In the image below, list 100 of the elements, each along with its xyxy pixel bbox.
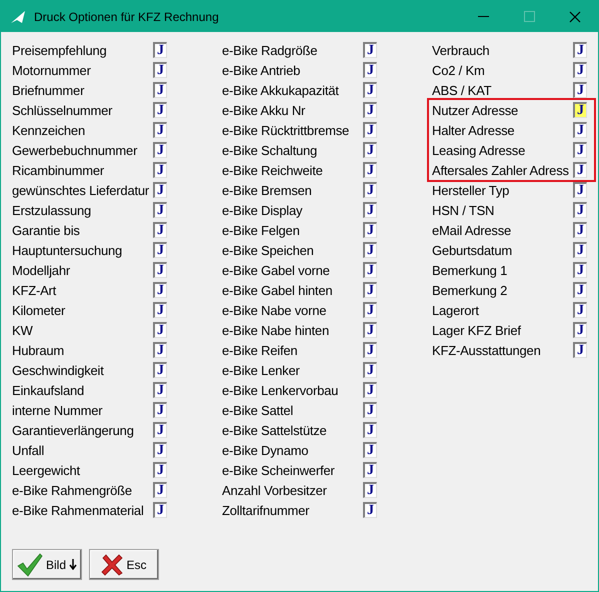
field-label: Garantieverlängerung <box>12 422 135 438</box>
toggle-field[interactable]: J <box>153 302 167 318</box>
toggle-field[interactable]: J <box>153 462 167 478</box>
field-label: Garantie bis <box>12 222 81 238</box>
field-label: e-Bike Speichen <box>222 242 315 258</box>
field-label: Leergewicht <box>12 462 81 478</box>
toggle-field[interactable]: J <box>363 42 377 58</box>
toggle-field[interactable]: J <box>153 502 167 518</box>
toggle-field[interactable]: J <box>153 402 167 418</box>
toggle-field[interactable]: J <box>153 322 167 338</box>
toggle-field[interactable]: J <box>153 442 167 458</box>
toggle-field[interactable]: J <box>363 222 377 238</box>
toggle-field[interactable]: J <box>153 282 167 298</box>
field-label: Aftersales Zahler Adress <box>432 162 570 178</box>
toggle-field[interactable]: J <box>363 482 377 498</box>
field-label: e-Bike Gabel vorne <box>222 262 331 278</box>
toggle-field[interactable]: J <box>573 282 587 298</box>
toggle-field[interactable]: J <box>153 422 167 438</box>
field-label: gewünschtes Lieferdatur <box>12 182 150 198</box>
toggle-field[interactable]: J <box>153 62 167 78</box>
toggle-field[interactable]: J <box>573 162 587 178</box>
toggle-field[interactable]: J <box>153 122 167 138</box>
toggle-field[interactable]: J <box>363 202 377 218</box>
toggle-field[interactable]: J <box>153 162 167 178</box>
toggle-field[interactable]: J <box>363 442 377 458</box>
field-label: Hersteller Typ <box>432 182 510 198</box>
field-label: Ricambinummer <box>12 162 106 178</box>
field-label: Leasing Adresse <box>432 142 526 158</box>
toggle-field[interactable]: J <box>153 182 167 198</box>
app-icon <box>10 10 26 24</box>
toggle-field[interactable]: J <box>363 502 377 518</box>
field-label: Hauptuntersuchung <box>12 242 124 258</box>
toggle-field[interactable]: J <box>363 102 377 118</box>
field-label: e-Bike Rahmenmaterial <box>12 502 145 518</box>
toggle-field[interactable]: J <box>363 402 377 418</box>
field-label: Verbrauch <box>432 42 490 58</box>
field-label: e-Bike Lenkervorbau <box>222 382 340 398</box>
toggle-field[interactable]: J <box>363 362 377 378</box>
toggle-field[interactable]: J <box>363 302 377 318</box>
field-label: Preisempfehlung <box>12 42 108 58</box>
toggle-field[interactable]: J <box>573 102 587 118</box>
toggle-field[interactable]: J <box>363 122 377 138</box>
toggle-field[interactable]: J <box>363 142 377 158</box>
toggle-field[interactable]: J <box>573 322 587 338</box>
toggle-field[interactable]: J <box>573 262 587 278</box>
field-label: ABS / KAT <box>432 82 492 98</box>
toggle-field[interactable]: J <box>573 202 587 218</box>
toggle-field[interactable]: J <box>153 42 167 58</box>
toggle-field[interactable]: J <box>153 142 167 158</box>
toggle-field[interactable]: J <box>573 62 587 78</box>
toggle-field[interactable]: J <box>153 362 167 378</box>
window-title: Druck Optionen für KFZ Rechnung <box>34 10 220 24</box>
toggle-field[interactable]: J <box>153 242 167 258</box>
picture-button[interactable]: Bild <box>12 549 82 580</box>
field-label: e-Bike Nabe hinten <box>222 322 330 338</box>
toggle-field[interactable]: J <box>363 322 377 338</box>
field-label: e-Bike Reichweite <box>222 162 324 178</box>
toggle-field[interactable]: J <box>153 82 167 98</box>
toggle-field[interactable]: J <box>363 182 377 198</box>
field-label: Briefnummer <box>12 82 86 98</box>
toggle-field[interactable]: J <box>153 382 167 398</box>
toggle-field[interactable]: J <box>573 222 587 238</box>
toggle-field[interactable]: J <box>363 162 377 178</box>
field-label: Unfall <box>12 442 46 458</box>
field-label: Nutzer Adresse <box>432 102 520 118</box>
toggle-field[interactable]: J <box>363 342 377 358</box>
toggle-field[interactable]: J <box>153 342 167 358</box>
toggle-field[interactable]: J <box>573 122 587 138</box>
escape-button[interactable]: Esc <box>89 549 159 580</box>
toggle-field[interactable]: J <box>363 422 377 438</box>
field-label: e-Bike Akku Nr <box>222 102 306 118</box>
toggle-field[interactable]: J <box>573 342 587 358</box>
field-label: e-Bike Schaltung <box>222 142 318 158</box>
toggle-field[interactable]: J <box>363 462 377 478</box>
toggle-field[interactable]: J <box>573 82 587 98</box>
toggle-field[interactable]: J <box>153 202 167 218</box>
toggle-field[interactable]: J <box>363 382 377 398</box>
field-label: Lager KFZ Brief <box>432 322 522 338</box>
field-label: e-Bike Bremsen <box>222 182 313 198</box>
toggle-field[interactable]: J <box>153 222 167 238</box>
field-label: Geburtsdatum <box>432 242 513 258</box>
close-icon <box>569 10 581 22</box>
toggle-field[interactable]: J <box>363 262 377 278</box>
toggle-field[interactable]: J <box>573 302 587 318</box>
toggle-field[interactable]: J <box>573 242 587 258</box>
field-label: Anzahl Vorbesitzer <box>222 482 328 498</box>
toggle-field[interactable]: J <box>573 182 587 198</box>
toggle-field[interactable]: J <box>363 62 377 78</box>
toggle-field[interactable]: J <box>363 82 377 98</box>
field-label: e-Bike Rahmengröße <box>12 482 133 498</box>
toggle-field[interactable]: J <box>363 242 377 258</box>
toggle-field[interactable]: J <box>153 102 167 118</box>
toggle-field[interactable]: J <box>363 282 377 298</box>
toggle-field[interactable]: J <box>573 142 587 158</box>
toggle-field[interactable]: J <box>153 262 167 278</box>
field-label: interne Nummer <box>12 402 104 418</box>
field-label: e-Bike Felgen <box>222 222 301 238</box>
toggle-field[interactable]: J <box>573 42 587 58</box>
toggle-field[interactable]: J <box>153 482 167 498</box>
field-label: Erstzulassung <box>12 202 92 218</box>
